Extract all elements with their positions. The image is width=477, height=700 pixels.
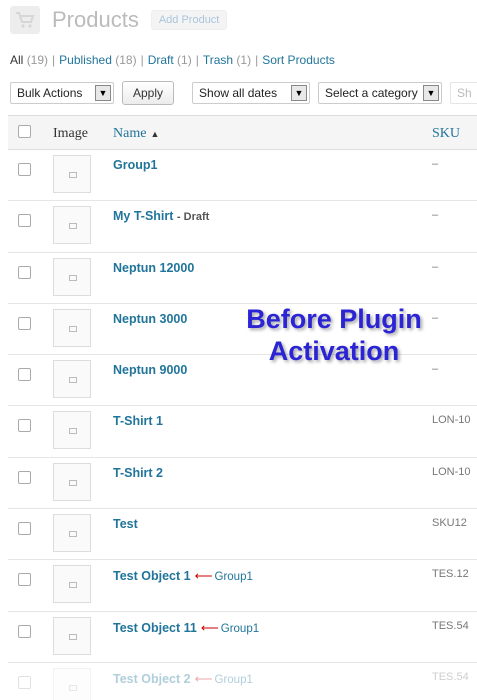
table-row: Neptun 12000 – [8, 252, 477, 304]
product-name-link[interactable]: Group1 [113, 158, 157, 172]
filter-published[interactable]: Published (18) [59, 53, 136, 67]
product-sku: LON-10 [432, 465, 471, 478]
table-header: Image Name ▲ SKU [8, 115, 477, 150]
post-state: - Draft [176, 211, 210, 224]
type-filter-select[interactable]: Sh [449, 82, 477, 104]
chevron-down-icon: ▼ [422, 85, 439, 101]
product-name-link[interactable]: Test [113, 517, 138, 531]
product-name-link[interactable]: My T-Shirt - Draft [113, 209, 209, 223]
product-sku: TES.54 [432, 670, 469, 683]
row-checkbox[interactable] [18, 419, 31, 433]
table-row: Test SKU12 [8, 509, 477, 561]
table-row: Group1 – [8, 150, 477, 202]
filter-draft[interactable]: Draft (1) [148, 53, 192, 67]
table-row: Test Object 1 ⟵ Group1 TES.12 [8, 560, 477, 612]
arrow-left-icon: ⟵ [194, 671, 213, 686]
parent-link[interactable]: Group1 [221, 623, 259, 635]
product-sku: LON-10 [432, 414, 471, 427]
row-checkbox[interactable] [18, 368, 31, 382]
row-checkbox[interactable] [18, 624, 31, 638]
page-title: Products [52, 7, 139, 32]
cart-icon [10, 6, 40, 34]
chevron-down-icon: ▼ [94, 85, 111, 101]
arrow-left-icon: ⟵ [194, 569, 213, 584]
row-checkbox[interactable] [18, 265, 31, 279]
table-row: My T-Shirt - Draft – [8, 201, 477, 253]
table-row: Test Object 2 ⟵ Group1 TES.54 [8, 662, 477, 700]
column-name[interactable]: Name ▲ [113, 126, 159, 142]
product-name-link[interactable]: Test Object 1 ⟵ Group1 [113, 568, 253, 583]
product-thumbnail[interactable] [53, 514, 91, 553]
column-sku[interactable]: SKU [432, 126, 460, 142]
product-sku: SKU12 [432, 517, 467, 530]
table-row: Test Object 11 ⟵ Group1 TES.54 [8, 611, 477, 663]
row-checkbox[interactable] [18, 573, 31, 587]
product-sku: TES.12 [432, 568, 469, 581]
product-sku: – [432, 158, 439, 170]
row-checkbox[interactable] [18, 675, 31, 689]
product-name-link[interactable]: Test Object 11 ⟵ Group1 [113, 620, 259, 635]
product-thumbnail[interactable] [53, 462, 91, 501]
product-thumbnail[interactable] [53, 257, 91, 296]
product-thumbnail[interactable] [53, 155, 91, 193]
row-checkbox[interactable] [18, 470, 31, 484]
products-table: Image Name ▲ SKU Group1– My T-Shirt - Draf… [8, 115, 477, 700]
product-name-link[interactable]: T-Shirt 1 [113, 414, 163, 428]
bulk-actions-select[interactable]: Bulk Actions ▼ [10, 82, 114, 104]
parent-link[interactable]: Group1 [215, 674, 253, 686]
table-row: T-Shirt 2 LON-10 [8, 457, 477, 510]
product-name-link[interactable]: T-Shirt 2 [113, 466, 163, 480]
category-filter-select[interactable]: Select a category ▼ [318, 82, 442, 104]
product-sku: TES.54 [432, 619, 469, 632]
add-product-button[interactable]: Add Product [150, 10, 228, 30]
product-thumbnail[interactable] [53, 667, 91, 700]
apply-button[interactable]: Apply [121, 81, 175, 105]
row-checkbox[interactable] [18, 214, 31, 228]
product-thumbnail[interactable] [53, 206, 91, 245]
parent-link[interactable]: Group1 [215, 571, 253, 583]
product-sku: – [432, 209, 439, 222]
product-thumbnail[interactable] [53, 308, 91, 347]
arrow-left-icon: ⟵ [200, 620, 219, 635]
sort-products-link[interactable]: Sort Products [262, 53, 335, 67]
status-filters: All (19) | Published (18) | Draft (1) | Trash … [10, 53, 335, 67]
product-name-link[interactable]: Neptun 3000 [113, 312, 187, 326]
product-thumbnail[interactable] [53, 360, 91, 399]
sort-asc-icon: ▲ [150, 129, 160, 139]
product-thumbnail[interactable] [53, 565, 91, 604]
row-checkbox[interactable] [18, 522, 31, 536]
product-name-link[interactable]: Test Object 2 ⟵ Group1 [113, 671, 253, 686]
row-checkbox[interactable] [18, 163, 31, 176]
date-filter-select[interactable]: Show all dates ▼ [192, 82, 310, 104]
table-row: T-Shirt 1 LON-10 [8, 406, 477, 458]
filter-trash[interactable]: Trash (1) [203, 53, 251, 67]
product-name-link[interactable]: Neptun 9000 [113, 363, 187, 377]
table-body: Group1– My T-Shirt - Draft – Neptun 12000– N… [8, 150, 477, 700]
page-header: Products Add Product [10, 6, 228, 34]
row-checkbox[interactable] [18, 316, 31, 330]
table-toolbar: Bulk Actions ▼ Apply Show all dates ▼ Se… [10, 81, 477, 105]
chevron-down-icon: ▼ [291, 85, 307, 101]
select-all-checkbox[interactable] [18, 125, 31, 138]
filter-all[interactable]: All (19) [10, 53, 48, 67]
column-image: Image [53, 126, 88, 141]
annotation-overlay: Before Plugin Activation [246, 304, 422, 366]
product-thumbnail[interactable] [53, 616, 91, 655]
product-thumbnail[interactable] [53, 411, 91, 450]
product-name-link[interactable]: Neptun 12000 [113, 261, 194, 275]
product-sku: – [432, 260, 439, 273]
